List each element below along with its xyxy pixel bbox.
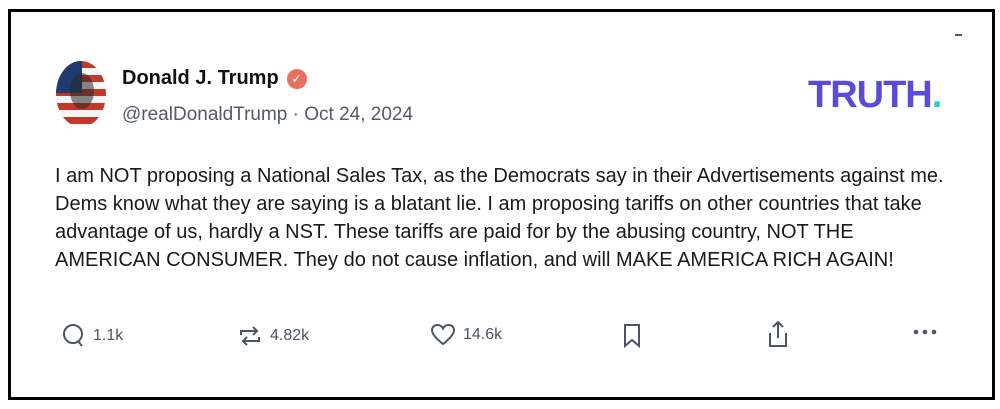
post-text: I am NOT proposing a National Sales Tax,… bbox=[55, 165, 944, 271]
bookmark-icon bbox=[624, 324, 640, 349]
author-name[interactable]: Donald J. Trump bbox=[122, 67, 279, 90]
more-button[interactable] bbox=[912, 328, 938, 336]
separator: · bbox=[292, 104, 299, 125]
action-bar: 1.1k 4.82k 14.6k bbox=[0, 318, 1000, 354]
reply-icon bbox=[63, 324, 83, 347]
avatar[interactable] bbox=[56, 61, 106, 127]
share-button[interactable] bbox=[766, 319, 790, 349]
retruth-icon bbox=[240, 326, 260, 346]
author-name-row: Donald J. Trump ✓ bbox=[122, 67, 307, 90]
handle-row: @realDonaldTrump · Oct 24, 2024 bbox=[122, 104, 413, 126]
share-icon bbox=[769, 320, 787, 347]
avatar-face bbox=[70, 73, 94, 109]
post-date[interactable]: Oct 24, 2024 bbox=[304, 104, 413, 125]
retruth-count: 4.82k bbox=[270, 327, 310, 344]
author-handle[interactable]: @realDonaldTrump bbox=[122, 104, 287, 125]
more-icon bbox=[913, 329, 937, 335]
bookmark-button[interactable] bbox=[622, 323, 642, 349]
dash-mark bbox=[955, 34, 962, 36]
logo-text: TRUTH bbox=[808, 74, 933, 116]
logo-dot: . bbox=[931, 74, 943, 116]
reply-button[interactable]: 1.1k bbox=[62, 323, 123, 349]
reply-count: 1.1k bbox=[93, 327, 124, 344]
retruth-button[interactable]: 4.82k bbox=[237, 323, 309, 349]
verified-badge-icon: ✓ bbox=[286, 68, 307, 89]
truth-logo: TRUTH. bbox=[808, 74, 943, 117]
like-count: 14.6k bbox=[463, 326, 503, 343]
like-button[interactable]: 14.6k bbox=[430, 323, 502, 347]
like-icon bbox=[430, 323, 456, 346]
